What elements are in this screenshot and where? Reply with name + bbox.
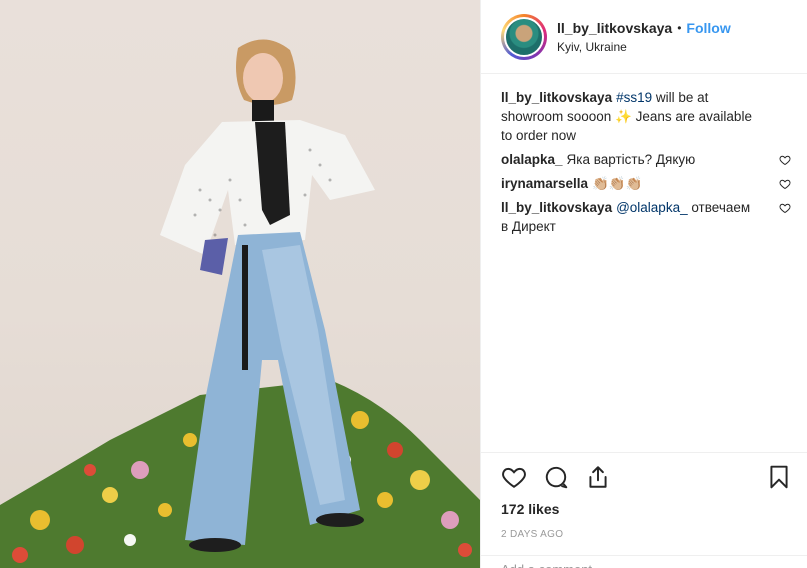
comment-like-icon[interactable]: [779, 202, 791, 214]
comment-username[interactable]: ll_by_litkovskaya: [501, 200, 612, 215]
bookmark-icon[interactable]: [766, 464, 792, 490]
author-username[interactable]: ll_by_litkovskaya: [557, 20, 672, 36]
comment-username[interactable]: ll_by_litkovskaya: [501, 90, 612, 105]
post-actions: 172 likes 2 DAYS AGO: [481, 452, 807, 540]
comments-list: ll_by_litkovskaya #ss19 will be at showro…: [481, 74, 807, 236]
comment-item: irynamarsella 👏🏼👏🏼👏🏼: [501, 174, 791, 193]
mention-link[interactable]: @olalapka_: [616, 200, 688, 215]
comment-like-icon[interactable]: [779, 178, 791, 190]
comment-icon[interactable]: [543, 464, 569, 490]
action-icons: [501, 463, 792, 491]
post-timestamp[interactable]: 2 DAYS AGO: [501, 529, 792, 540]
comment-username[interactable]: irynamarsella: [501, 176, 588, 191]
story-ring[interactable]: [501, 13, 547, 60]
separator-dot: •: [677, 20, 682, 35]
comment-item: olalapka_ Яка вартість? Дякую: [501, 150, 791, 169]
share-icon[interactable]: [585, 464, 611, 490]
like-count[interactable]: 172 likes: [501, 501, 792, 517]
comment-username[interactable]: olalapka_: [501, 152, 563, 167]
comment-like-icon[interactable]: [779, 154, 791, 166]
post-photo[interactable]: [0, 0, 480, 568]
avatar[interactable]: [504, 16, 544, 57]
comment-body: Яка вартість? Дякую: [566, 152, 696, 167]
comment-item: ll_by_litkovskaya #ss19 will be at showro…: [501, 88, 791, 145]
comment-body: 👏🏼👏🏼👏🏼: [592, 176, 643, 191]
add-comment-input[interactable]: Add a comment...: [481, 555, 807, 568]
comment-text: ll_by_litkovskaya #ss19 will be at showro…: [501, 88, 761, 145]
location-link[interactable]: Kyiv, Ukraine: [557, 40, 731, 54]
follow-button[interactable]: Follow: [686, 20, 730, 36]
header-line: ll_by_litkovskaya • Follow: [557, 20, 731, 36]
post-header: ll_by_litkovskaya • Follow Kyiv, Ukraine: [481, 0, 807, 74]
comment-text: ll_by_litkovskaya @olalapka_ отвечаем в Д…: [501, 198, 761, 236]
heart-icon[interactable]: [501, 464, 527, 490]
comment-text: irynamarsella 👏🏼👏🏼👏🏼: [501, 174, 761, 193]
hashtag-link[interactable]: #ss19: [616, 90, 652, 105]
post-side-panel: ll_by_litkovskaya • Follow Kyiv, Ukraine…: [480, 0, 807, 568]
comment-item: ll_by_litkovskaya @olalapka_ отвечаем в Д…: [501, 198, 791, 236]
header-text: ll_by_litkovskaya • Follow Kyiv, Ukraine: [557, 20, 731, 54]
comment-text: olalapka_ Яка вартість? Дякую: [501, 150, 761, 169]
fashion-photo-illustration: [0, 39, 480, 568]
